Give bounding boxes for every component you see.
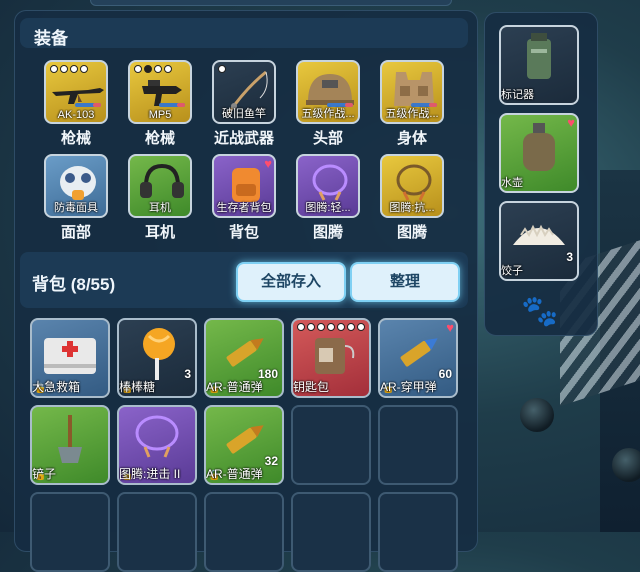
backpack-slot-empty[interactable] xyxy=(378,492,458,572)
equipment-slot-melee[interactable]: 破旧鱼竿 近战武器 xyxy=(210,60,278,148)
smg-icon xyxy=(142,80,182,106)
equipment-slot-totem-2[interactable]: 图腾:抗... 图腾 xyxy=(378,154,446,242)
backpack-slot[interactable]: 🔒 32 AR-普通弹 xyxy=(204,405,284,485)
key-pouch-icon xyxy=(315,338,355,374)
equipment-slot-backpack[interactable]: ♥ 生存者背包 背包 xyxy=(210,154,278,242)
equipment-slot-gun-1[interactable]: AK-103 枪械 xyxy=(42,60,110,148)
backpack-slot[interactable]: 🔒 大急救箱 xyxy=(30,318,110,398)
equipment-slot-totem-1[interactable]: 图腾:轻... 图腾 xyxy=(294,154,362,242)
upgrade-dots xyxy=(134,65,172,73)
equipment-category: 面部 xyxy=(60,224,91,241)
backpack-slot[interactable]: ♥ 🔒 60 AR-穿甲弹 xyxy=(378,318,458,398)
backpack-slot[interactable]: 钥匙包 xyxy=(291,318,371,398)
quick-slot[interactable]: 3 饺子 xyxy=(499,201,579,281)
backpack-slot[interactable]: 🔒 180 AR-普通弹 xyxy=(204,318,284,398)
backpack-slot-empty[interactable] xyxy=(378,405,458,485)
equipment-slot-headset[interactable]: 耳机 耳机 xyxy=(126,154,194,242)
backpack-title: 背包 (8/55) xyxy=(32,275,116,294)
backpack-header: 背包 (8/55) 全部存入 整理 xyxy=(20,252,468,308)
backpack-slot[interactable]: 🔒 3 棒棒糖 xyxy=(117,318,197,398)
equipment-category: 身体 xyxy=(396,130,427,147)
equipment-category: 头部 xyxy=(312,130,343,147)
shovel-icon xyxy=(58,415,82,463)
backpack-slot[interactable]: 🔒 图腾:进击 II xyxy=(117,405,197,485)
backpack-slot-empty[interactable] xyxy=(291,405,371,485)
backpack-slot[interactable]: 🔒 铲子 xyxy=(30,405,110,485)
equipment-slot-face[interactable]: 防毒面具 面部 xyxy=(42,154,110,242)
sort-button[interactable]: 整理 xyxy=(350,262,460,302)
top-bar xyxy=(90,0,452,6)
equipment-category: 图腾 xyxy=(396,224,427,241)
equipment-header: 装备 xyxy=(20,18,468,48)
equipment-category: 枪械 xyxy=(144,130,175,147)
quick-slot-panel: 标记器 ♥ 水壶 3 饺子 🐾 xyxy=(484,12,598,336)
equipment-category: 近战武器 xyxy=(213,130,274,147)
first-aid-kit-icon xyxy=(44,338,96,374)
paw-icon[interactable]: 🐾 xyxy=(521,297,558,327)
background-barrel xyxy=(520,398,554,432)
equipment-title: 装备 xyxy=(34,29,68,48)
equipment-slot-body[interactable]: 五级作战... 身体 xyxy=(378,60,446,148)
totem-necklace-icon xyxy=(135,415,179,458)
equipment-category: 枪械 xyxy=(60,130,91,147)
background-barrel xyxy=(612,448,640,482)
equipment-slot-gun-2[interactable]: MP5 枪械 xyxy=(126,60,194,148)
upgrade-dots xyxy=(50,65,88,73)
backpack-slot-empty[interactable] xyxy=(291,492,371,572)
equipment-category: 耳机 xyxy=(144,224,175,241)
backpack-slot-empty[interactable] xyxy=(204,492,284,572)
backpack-slot-empty[interactable] xyxy=(30,492,110,572)
canteen-icon xyxy=(523,123,555,171)
backpack-slot-empty[interactable] xyxy=(117,492,197,572)
quick-slot[interactable]: ♥ 水壶 xyxy=(499,113,579,193)
deposit-all-button[interactable]: 全部存入 xyxy=(236,262,346,302)
equipment-slot-head[interactable]: 五级作战... 头部 xyxy=(294,60,362,148)
equipment-category: 图腾 xyxy=(312,224,343,241)
equipment-category: 背包 xyxy=(228,224,259,241)
marker-device-icon xyxy=(527,33,551,79)
quick-slot[interactable]: 标记器 xyxy=(499,25,579,105)
